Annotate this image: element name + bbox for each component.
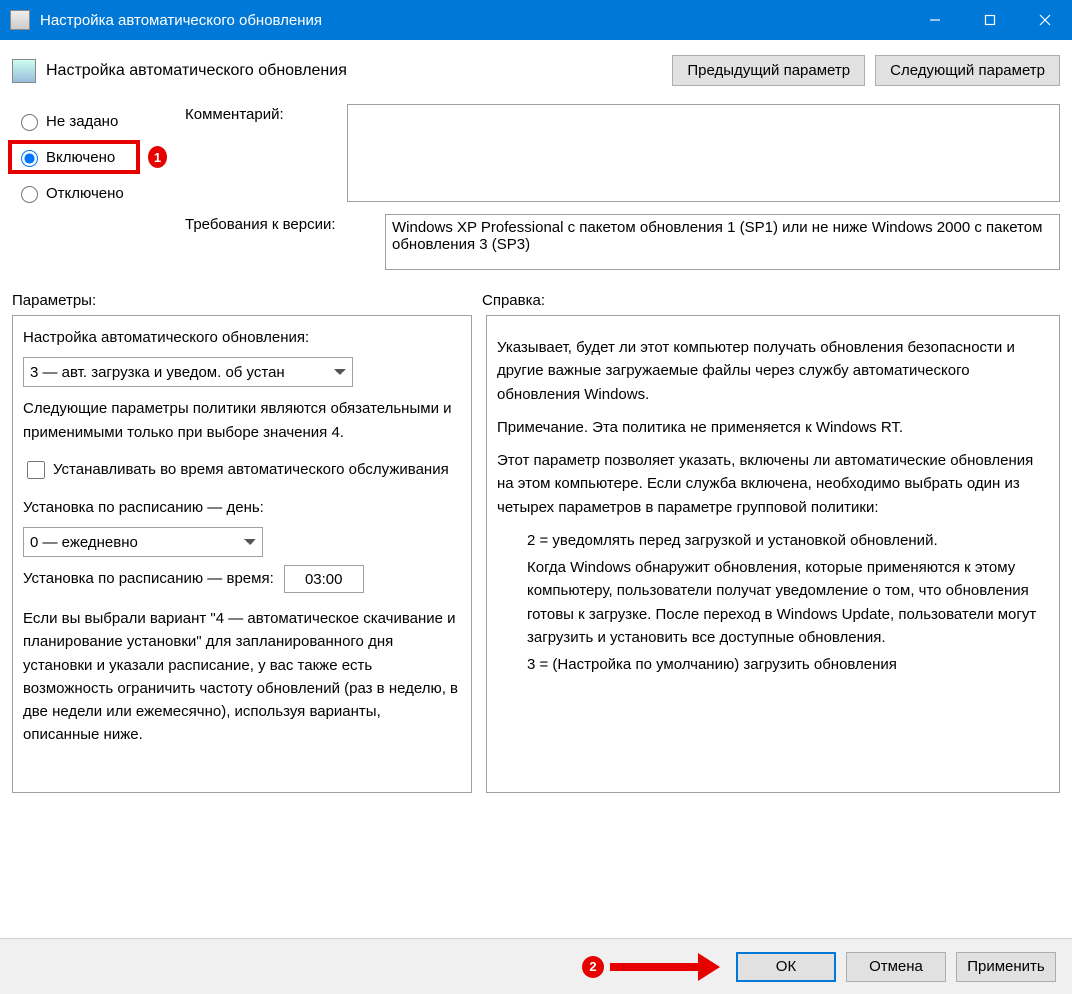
options-pane[interactable]: Настройка автоматического обновления: 3 … — [12, 315, 472, 793]
help-p2: Примечание. Эта политика не применяется … — [497, 416, 1049, 439]
radio-disabled[interactable]: Отключено — [12, 176, 167, 210]
policy-note: Следующие параметры политики являются об… — [23, 397, 461, 444]
annotation-marker-1: 1 — [148, 146, 167, 168]
footer: 2 ОК Отмена Применить — [0, 938, 1072, 994]
auto-update-config-label: Настройка автоматического обновления: — [23, 326, 461, 349]
install-during-maintenance[interactable]: Устанавливать во время автоматического о… — [23, 458, 461, 482]
help-opt2-desc: Когда Windows обнаружит обновления, кото… — [497, 556, 1049, 649]
schedule-day-label: Установка по расписанию — день: — [23, 496, 461, 519]
setting-title: Настройка автоматического обновления — [46, 62, 672, 80]
requirements-label: Требования к версии: — [185, 214, 385, 270]
state-area: Не задано Включено 1 Отключено Комментар… — [12, 104, 1060, 270]
radio-enabled[interactable]: Включено — [8, 140, 140, 174]
setting-icon — [12, 59, 36, 83]
section-labels: Параметры: Справка: — [12, 292, 1060, 309]
maximize-button[interactable] — [962, 0, 1017, 40]
radio-not-configured[interactable]: Не задано — [12, 104, 167, 138]
state-radios: Не задано Включено 1 Отключено — [12, 104, 167, 270]
radio-not-configured-input[interactable] — [21, 114, 38, 131]
schedule-time-input[interactable] — [284, 565, 364, 593]
client-area: Настройка автоматического обновления Пре… — [0, 40, 1072, 793]
annotation-arrow-wrap: 2 — [582, 956, 720, 978]
help-p1: Указывает, будет ли этот компьютер получ… — [497, 336, 1049, 406]
radio-disabled-input[interactable] — [21, 186, 38, 203]
install-during-maintenance-checkbox[interactable] — [27, 461, 45, 479]
ok-button[interactable]: ОК — [736, 952, 836, 982]
radio-not-configured-label: Не задано — [46, 113, 118, 130]
radio-enabled-input[interactable] — [21, 150, 38, 167]
help-p3: Этот параметр позволяет указать, включен… — [497, 449, 1049, 519]
window-controls — [907, 0, 1072, 40]
comment-textarea[interactable] — [347, 104, 1060, 202]
close-button[interactable] — [1017, 0, 1072, 40]
help-opt3: 3 = (Настройка по умолчанию) загрузить о… — [497, 653, 1049, 676]
apply-button[interactable]: Применить — [956, 952, 1056, 982]
auto-update-config-combo[interactable]: 3 — авт. загрузка и уведом. об устан — [23, 357, 353, 387]
help-pane[interactable]: Указывает, будет ли этот компьютер получ… — [486, 315, 1060, 793]
install-during-maintenance-label: Устанавливать во время автоматического о… — [53, 458, 449, 481]
radio-disabled-label: Отключено — [46, 185, 124, 202]
panes: Настройка автоматического обновления: 3 … — [12, 315, 1060, 793]
annotation-arrow-icon — [610, 959, 720, 975]
minimize-button[interactable] — [907, 0, 962, 40]
cancel-button[interactable]: Отмена — [846, 952, 946, 982]
titlebar: Настройка автоматического обновления — [0, 0, 1072, 40]
help-section-label: Справка: — [482, 292, 545, 309]
window-title: Настройка автоматического обновления — [40, 12, 907, 29]
next-setting-button[interactable]: Следующий параметр — [875, 55, 1060, 86]
prev-setting-button[interactable]: Предыдущий параметр — [672, 55, 865, 86]
header-row: Настройка автоматического обновления Пре… — [12, 55, 1060, 86]
comment-column: Комментарий: Требования к версии: Window… — [185, 104, 1060, 270]
help-opt2: 2 = уведомлять перед загрузкой и установ… — [497, 529, 1049, 552]
annotation-marker-2: 2 — [582, 956, 604, 978]
window-icon — [10, 10, 30, 30]
radio-enabled-label: Включено — [46, 149, 115, 166]
schedule-day-combo[interactable]: 0 — ежедневно — [23, 527, 263, 557]
options-section-label: Параметры: — [12, 292, 482, 309]
requirements-textarea[interactable]: Windows XP Professional с пакетом обновл… — [385, 214, 1060, 270]
options-note-tail: Если вы выбрали вариант "4 — автоматичес… — [23, 607, 461, 747]
comment-label: Комментарий: — [185, 104, 347, 202]
schedule-time-label: Установка по расписанию — время: — [23, 567, 274, 590]
